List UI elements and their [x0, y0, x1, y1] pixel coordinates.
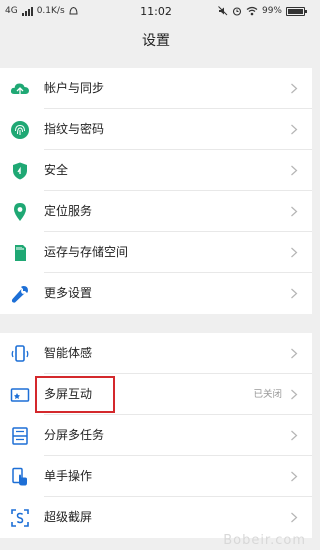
status-time: 11:02 — [140, 4, 172, 18]
watermark: Bobeir.com — [223, 533, 306, 548]
setting-smart-motion[interactable]: 智能体感 — [0, 333, 312, 374]
setting-one-hand[interactable]: 单手操作 — [0, 456, 312, 497]
setting-label: 安全 — [44, 163, 69, 177]
one-hand-icon — [12, 467, 27, 486]
settings-group-2: 智能体感 多屏互动 已关闭 分屏多任务 单手操作 超级截屏 — [0, 333, 312, 538]
location-pin-icon — [14, 203, 26, 221]
cloud-icon — [10, 83, 29, 94]
screenshot-icon — [11, 509, 29, 527]
chevron-right-icon — [291, 389, 298, 400]
status-bar: 4G 0.1K/s 11:02 99% — [0, 0, 312, 22]
chevron-right-icon — [291, 247, 298, 258]
fingerprint-icon — [11, 121, 29, 139]
page-title: 设置 — [142, 33, 170, 49]
chevron-right-icon — [291, 124, 298, 135]
setting-security[interactable]: 安全 — [0, 150, 312, 191]
setting-split-screen[interactable]: 分屏多任务 — [0, 415, 312, 456]
setting-label: 运存与存储空间 — [44, 245, 129, 259]
chevron-right-icon — [291, 288, 298, 299]
chevron-right-icon — [291, 430, 298, 441]
setting-status: 已关闭 — [253, 389, 282, 400]
chevron-right-icon — [291, 471, 298, 482]
wrench-icon — [11, 286, 28, 303]
setting-label: 单手操作 — [44, 469, 93, 483]
chevron-right-icon — [291, 83, 298, 94]
chevron-right-icon — [291, 512, 298, 523]
battery-icon — [286, 6, 307, 16]
setting-label: 超级截屏 — [44, 510, 93, 524]
setting-storage[interactable]: 运存与存储空间 — [0, 232, 312, 273]
sd-card-icon — [15, 245, 26, 261]
setting-label: 定位服务 — [44, 204, 93, 218]
settings-group-1: 帐户与同步 指纹与密码 安全 定位服务 运存与存储空间 更多设置 — [0, 68, 312, 314]
chevron-right-icon — [291, 165, 298, 176]
shield-icon — [13, 162, 27, 180]
setting-fingerprint-password[interactable]: 指纹与密码 — [0, 109, 312, 150]
setting-more[interactable]: 更多设置 — [0, 273, 312, 314]
setting-label: 分屏多任务 — [44, 428, 105, 442]
chevron-right-icon — [291, 206, 298, 217]
highlight-box — [35, 376, 115, 413]
setting-location[interactable]: 定位服务 — [0, 191, 312, 232]
split-screen-icon — [12, 427, 28, 445]
chevron-right-icon — [291, 348, 298, 359]
setting-label: 指纹与密码 — [44, 122, 105, 136]
cast-screen-icon — [10, 388, 30, 402]
setting-label: 智能体感 — [44, 346, 93, 360]
setting-account-sync[interactable]: 帐户与同步 — [0, 68, 312, 109]
setting-label: 帐户与同步 — [44, 81, 105, 95]
phone-motion-icon — [11, 345, 29, 362]
setting-label: 更多设置 — [44, 286, 93, 300]
setting-super-screenshot[interactable]: 超级截屏 — [0, 497, 312, 538]
